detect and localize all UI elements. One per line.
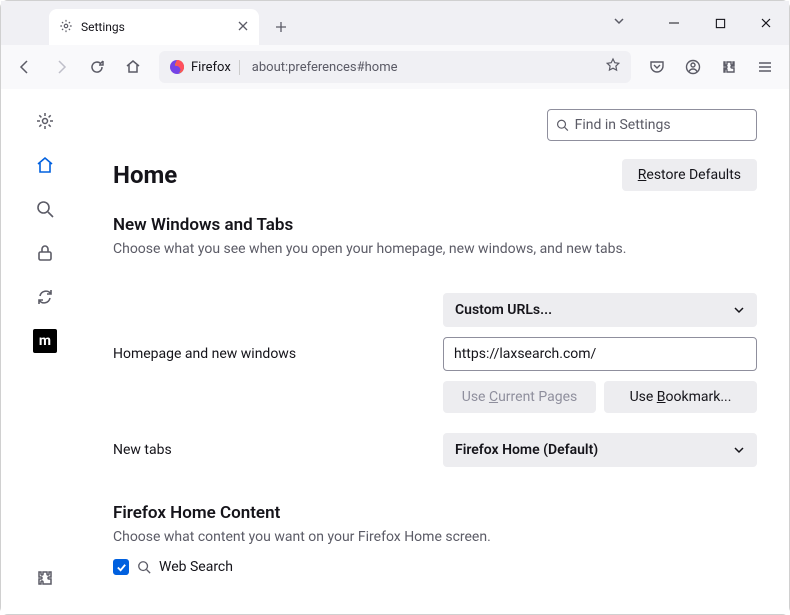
reload-button[interactable] bbox=[81, 51, 113, 83]
newtabs-mode-value: Firefox Home (Default) bbox=[455, 442, 598, 458]
address-bar[interactable]: Firefox about:preferences#home bbox=[159, 51, 631, 83]
settings-search-box[interactable] bbox=[547, 109, 757, 141]
homepage-label: Homepage and new windows bbox=[113, 346, 443, 362]
maximize-button[interactable] bbox=[697, 7, 743, 39]
settings-search-input[interactable] bbox=[575, 117, 748, 133]
forward-button[interactable] bbox=[45, 51, 77, 83]
address-url: about:preferences#home bbox=[246, 60, 599, 75]
bookmark-star-icon[interactable] bbox=[605, 57, 621, 77]
newtabs-label: New tabs bbox=[113, 442, 443, 458]
newtabs-mode-select[interactable]: Firefox Home (Default) bbox=[443, 433, 757, 467]
tab-title: Settings bbox=[81, 20, 125, 34]
browser-tab[interactable]: Settings bbox=[49, 9, 259, 45]
mozilla-icon: m bbox=[33, 329, 57, 353]
section-heading-windows-tabs: New Windows and Tabs bbox=[113, 215, 757, 235]
account-button[interactable] bbox=[677, 51, 709, 83]
home-button[interactable] bbox=[117, 51, 149, 83]
sidebar-item-sync[interactable] bbox=[25, 277, 65, 317]
search-icon bbox=[137, 560, 151, 574]
back-button[interactable] bbox=[9, 51, 41, 83]
sidebar-item-extensions[interactable] bbox=[25, 558, 65, 598]
chevron-down-icon bbox=[733, 304, 745, 316]
page-title: Home bbox=[113, 161, 177, 189]
section-subtext-home-content: Choose what content you want on your Fir… bbox=[113, 529, 757, 545]
chevron-down-icon bbox=[733, 444, 745, 456]
homepage-mode-value: Custom URLs... bbox=[455, 302, 552, 318]
search-icon bbox=[556, 118, 569, 132]
tabs-dropdown-button[interactable] bbox=[599, 1, 639, 41]
sidebar-item-privacy[interactable] bbox=[25, 233, 65, 273]
pocket-button[interactable] bbox=[641, 51, 673, 83]
restore-defaults-button[interactable]: Restore Defaults bbox=[622, 159, 757, 191]
titlebar: Settings bbox=[1, 1, 789, 45]
minimize-button[interactable] bbox=[651, 7, 697, 39]
gear-icon bbox=[59, 19, 73, 36]
section-subtext-windows-tabs: Choose what you see when you open your h… bbox=[113, 241, 757, 257]
sidebar-item-general[interactable] bbox=[25, 101, 65, 141]
settings-sidebar: m bbox=[1, 89, 89, 614]
address-identity: Firefox bbox=[191, 60, 240, 75]
new-tab-button[interactable] bbox=[267, 13, 295, 41]
web-search-label: Web Search bbox=[159, 559, 233, 575]
settings-main: Home Restore Defaults New Windows and Ta… bbox=[89, 89, 789, 614]
close-window-button[interactable] bbox=[743, 7, 789, 39]
window-controls bbox=[651, 1, 789, 45]
close-tab-icon[interactable] bbox=[237, 20, 249, 35]
use-bookmark-button[interactable]: Use Bookmark... bbox=[604, 381, 757, 413]
navigation-toolbar: Firefox about:preferences#home bbox=[1, 45, 789, 89]
sidebar-item-more[interactable]: m bbox=[25, 321, 65, 361]
sidebar-item-home[interactable] bbox=[25, 145, 65, 185]
extensions-button[interactable] bbox=[713, 51, 745, 83]
app-menu-button[interactable] bbox=[749, 51, 781, 83]
settings-content: m Home Restore Defaults New Windows and … bbox=[1, 89, 789, 614]
firefox-icon bbox=[169, 59, 185, 75]
section-heading-home-content: Firefox Home Content bbox=[113, 503, 757, 523]
use-current-pages-button[interactable]: Use Current Pages bbox=[443, 381, 596, 413]
homepage-url-input[interactable] bbox=[443, 337, 757, 371]
homepage-mode-select[interactable]: Custom URLs... bbox=[443, 293, 757, 327]
web-search-checkbox[interactable] bbox=[113, 559, 129, 575]
sidebar-item-search[interactable] bbox=[25, 189, 65, 229]
